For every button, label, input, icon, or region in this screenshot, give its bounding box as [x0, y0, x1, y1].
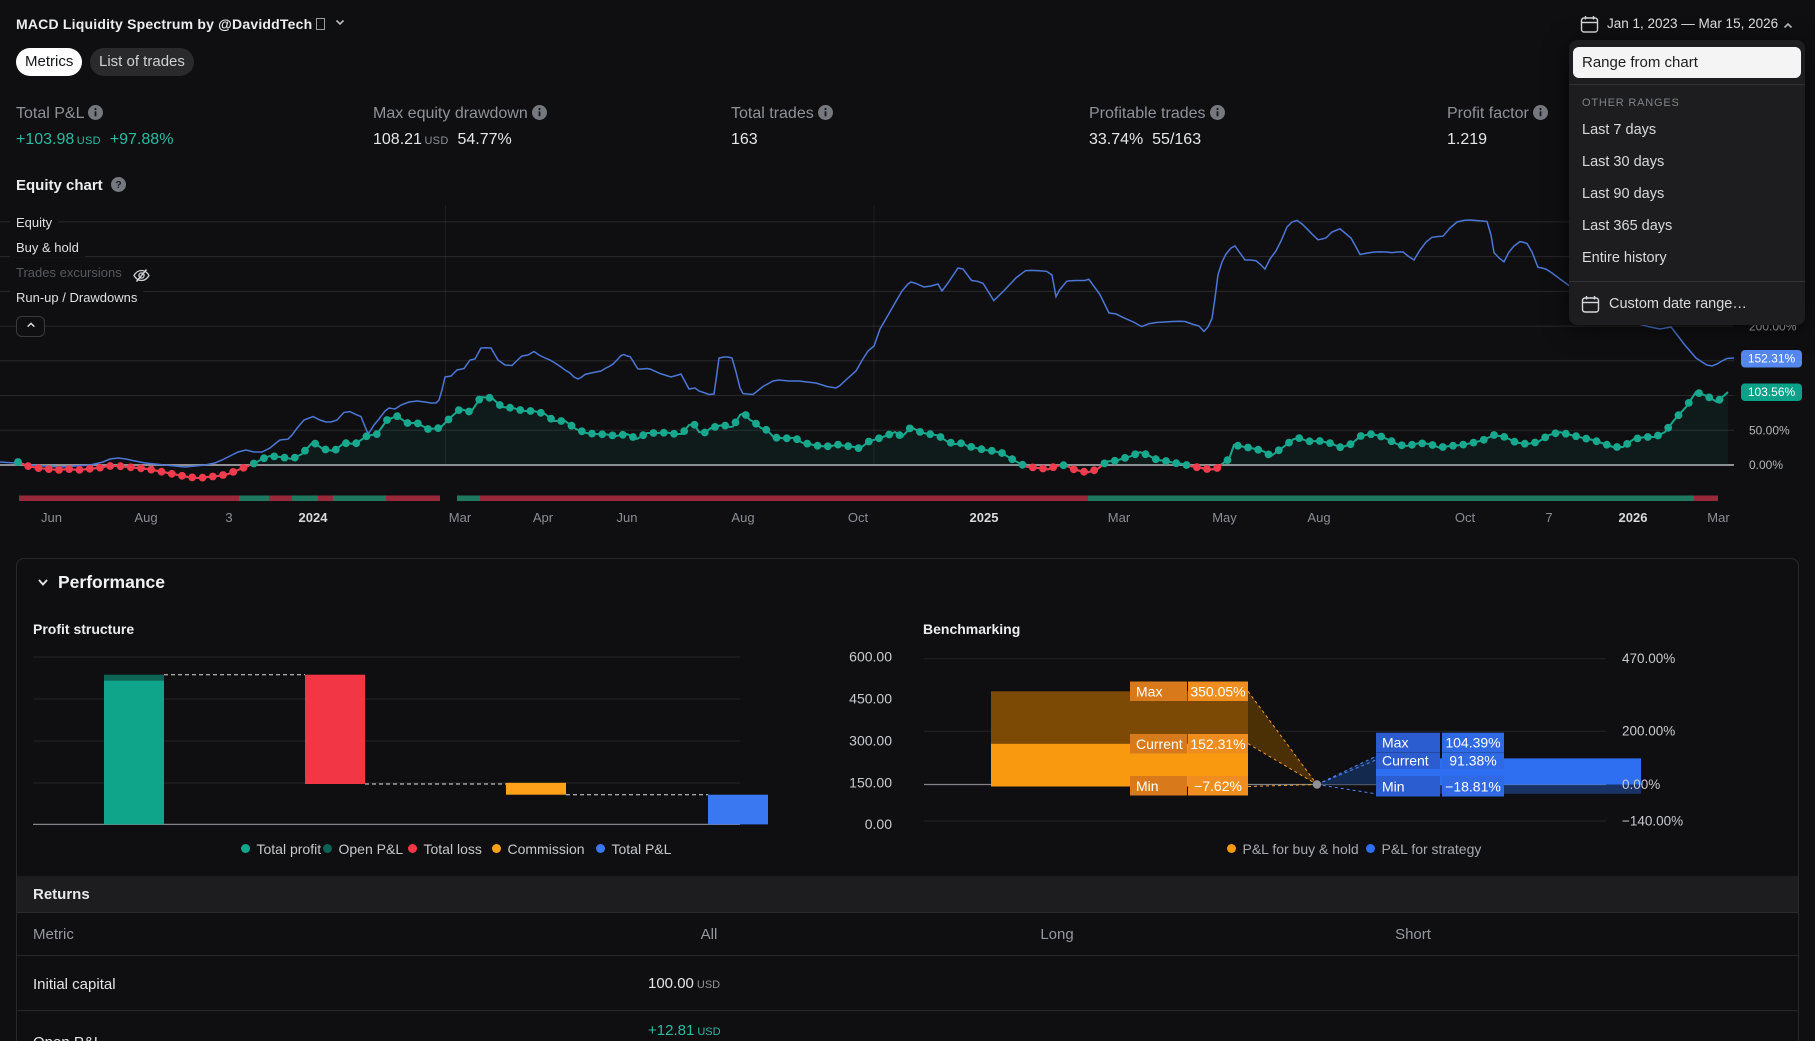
- svg-text:−18.81%: −18.81%: [1445, 778, 1501, 794]
- svg-text:0.00%: 0.00%: [1749, 458, 1783, 472]
- svg-text:−140.00%: −140.00%: [1622, 814, 1683, 829]
- svg-text:470.00%: 470.00%: [1622, 651, 1675, 666]
- svg-text:Aug: Aug: [1307, 510, 1330, 525]
- svg-text:Mar: Mar: [1108, 510, 1131, 525]
- svg-text:2024: 2024: [299, 510, 329, 525]
- svg-text:200.00%: 200.00%: [1622, 724, 1675, 739]
- svg-text:300.00: 300.00: [849, 733, 892, 749]
- svg-text:104.39%: 104.39%: [1445, 734, 1500, 750]
- svg-text:450.00: 450.00: [849, 691, 892, 707]
- svg-text:Current: Current: [1382, 753, 1429, 769]
- svg-text:Apr: Apr: [533, 510, 554, 525]
- svg-text:152.31%: 152.31%: [1190, 736, 1245, 752]
- svg-text:Mar: Mar: [449, 510, 472, 525]
- svg-text:3: 3: [225, 510, 232, 525]
- svg-text:May: May: [1212, 510, 1237, 525]
- svg-text:Aug: Aug: [731, 510, 754, 525]
- svg-text:Jun: Jun: [617, 510, 638, 525]
- svg-text:2026: 2026: [1619, 510, 1648, 525]
- svg-text:Min: Min: [1136, 778, 1159, 794]
- svg-text:Min: Min: [1382, 778, 1405, 794]
- svg-text:600.00: 600.00: [849, 649, 892, 665]
- svg-text:−7.62%: −7.62%: [1194, 778, 1242, 794]
- svg-text:Aug: Aug: [134, 510, 157, 525]
- svg-text:?: ?: [115, 180, 121, 191]
- svg-text:Mar: Mar: [1707, 510, 1730, 525]
- svg-text:Current: Current: [1136, 736, 1183, 752]
- svg-text:Jun: Jun: [41, 510, 62, 525]
- svg-text:0.00%: 0.00%: [1622, 777, 1660, 792]
- svg-text:50.00%: 50.00%: [1749, 424, 1790, 438]
- svg-text:152.31%: 152.31%: [1748, 352, 1796, 366]
- svg-text:91.38%: 91.38%: [1449, 753, 1496, 769]
- svg-text:Oct: Oct: [1455, 510, 1476, 525]
- svg-text:0.00: 0.00: [865, 816, 892, 832]
- svg-text:7: 7: [1545, 510, 1552, 525]
- svg-text:350.05%: 350.05%: [1190, 683, 1245, 699]
- svg-text:Oct: Oct: [848, 510, 869, 525]
- svg-text:Max: Max: [1382, 734, 1408, 750]
- svg-text:150.00: 150.00: [849, 775, 892, 791]
- svg-text:2025: 2025: [970, 510, 999, 525]
- svg-text:103.56%: 103.56%: [1748, 385, 1796, 399]
- svg-text:Max: Max: [1136, 683, 1162, 699]
